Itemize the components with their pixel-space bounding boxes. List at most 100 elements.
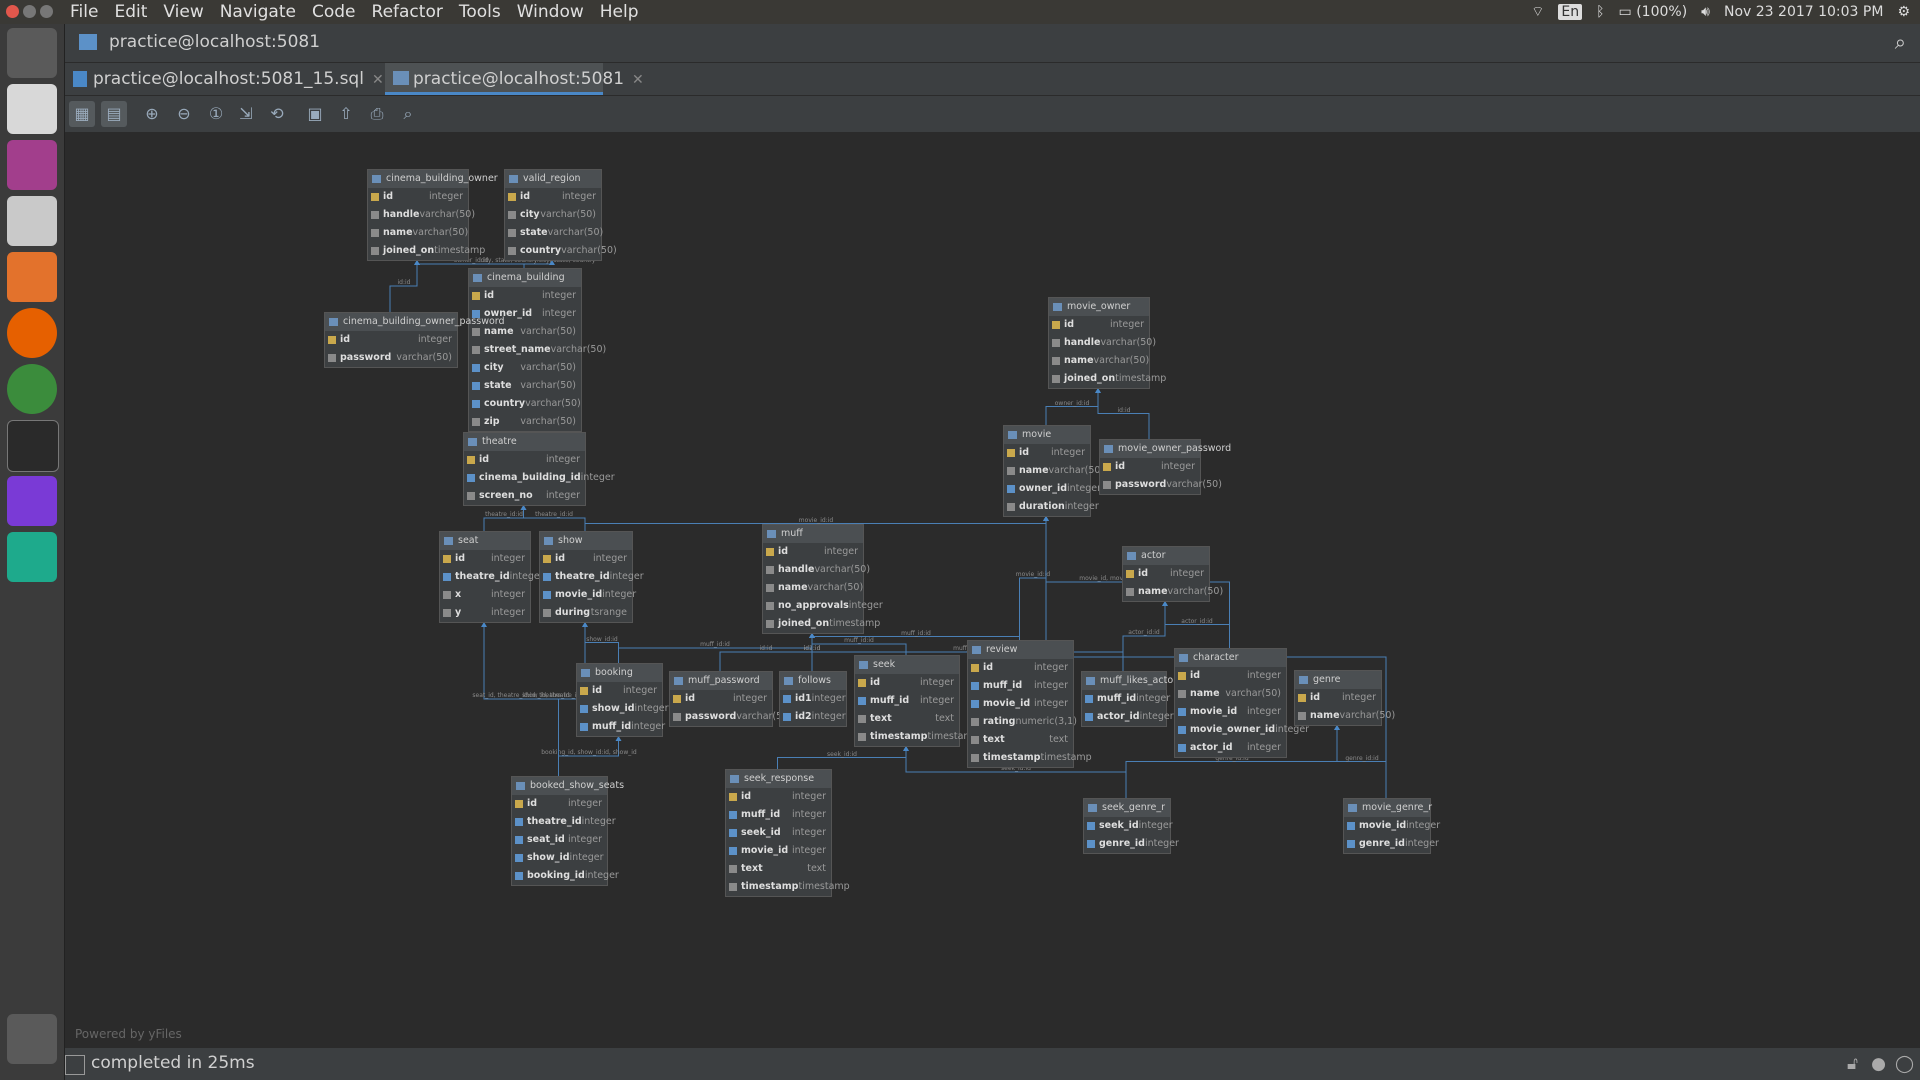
terminal-icon[interactable] xyxy=(7,420,59,472)
column-row[interactable]: country varchar(50) xyxy=(469,395,581,413)
table-show[interactable]: show id integer theatre_id integer movie_id in… xyxy=(539,531,644,623)
settings-gear-icon[interactable]: ⚙ xyxy=(1897,4,1910,20)
column-row[interactable]: genre_id integer xyxy=(1344,835,1439,853)
table-movie-owner-password[interactable]: movie_owner_password id integer password var… xyxy=(1099,439,1231,495)
chrome-icon[interactable] xyxy=(7,364,57,414)
column-row[interactable]: id integer xyxy=(1175,667,1286,685)
table-booked-show-seats[interactable]: booked_show_seats id integer theatre_id inte… xyxy=(511,776,624,886)
column-row[interactable]: movie_owner_id integer xyxy=(1175,721,1309,739)
column-row[interactable]: rating numeric(3,1) xyxy=(968,713,1077,731)
save-icon[interactable]: ▣ xyxy=(302,101,328,127)
column-row[interactable]: password varchar(50) xyxy=(325,349,457,367)
column-row[interactable]: country varchar(50) xyxy=(505,242,617,260)
column-row[interactable]: password varchar(50) xyxy=(670,708,792,726)
table-seat[interactable]: seat id integer theatre_id integer x integer y i… xyxy=(439,531,544,623)
column-row[interactable]: timestamp timestamp xyxy=(968,749,1092,767)
column-row[interactable]: name varchar(50) xyxy=(368,224,468,242)
column-row[interactable]: theatre_id integer xyxy=(440,568,544,586)
close-tab-icon[interactable]: ✕ xyxy=(372,72,384,88)
column-row[interactable]: owner_id integer xyxy=(1004,480,1101,498)
diagram-canvas[interactable]: owner_id:idcity, state, country:city, st… xyxy=(65,133,1920,1048)
bluetooth-icon[interactable]: ᛒ xyxy=(1596,4,1604,20)
column-row[interactable]: seek_id integer xyxy=(1084,817,1173,835)
column-row[interactable]: no_approvals integer xyxy=(763,597,883,615)
close-window-icon[interactable] xyxy=(6,5,19,18)
column-row[interactable]: text text xyxy=(855,710,959,728)
column-row[interactable]: actor_id integer xyxy=(1082,708,1174,726)
column-row[interactable]: password varchar(50) xyxy=(1100,476,1222,494)
show-columns-icon[interactable]: ▦ xyxy=(69,101,95,127)
table-review[interactable]: review id integer muff_id integer movie_id int… xyxy=(967,640,1092,768)
column-row[interactable]: id integer xyxy=(726,788,831,806)
event-log-icon[interactable]: ◯ xyxy=(1895,1054,1914,1074)
column-row[interactable]: id integer xyxy=(1295,689,1381,707)
column-row[interactable]: genre_id integer xyxy=(1084,835,1179,853)
text-editor-icon[interactable] xyxy=(7,84,57,134)
column-row[interactable]: id integer xyxy=(505,188,601,206)
column-row[interactable]: timestamp timestamp xyxy=(726,878,850,896)
column-row[interactable]: id integer xyxy=(540,550,632,568)
column-row[interactable]: text text xyxy=(968,731,1073,749)
maximize-window-icon[interactable] xyxy=(40,5,53,18)
tab-sql-console[interactable]: practice@localhost:5081_15.sql ✕ xyxy=(65,63,411,95)
column-row[interactable]: muff_id integer xyxy=(726,806,831,824)
menu-window[interactable]: Window xyxy=(517,2,584,22)
table-seek-response[interactable]: seek_response id integer muff_id integer seek… xyxy=(725,769,850,897)
wifi-icon[interactable]: ⌔ xyxy=(1531,3,1544,21)
column-row[interactable]: handle varchar(50) xyxy=(368,206,475,224)
show-table-icon[interactable]: ▤ xyxy=(101,101,127,127)
table-cinema-building-owner-password[interactable]: cinema_building_owner_password id integer p… xyxy=(324,312,505,368)
column-row[interactable]: screen_no integer xyxy=(464,487,585,505)
column-row[interactable]: duration integer xyxy=(1004,498,1099,516)
column-row[interactable]: id integer xyxy=(1100,458,1200,476)
column-row[interactable]: movie_id integer xyxy=(1175,703,1286,721)
actual-size-icon[interactable]: ① xyxy=(203,101,229,127)
column-row[interactable]: id integer xyxy=(512,795,607,813)
table-seek[interactable]: seek id integer muff_id integer text text times… xyxy=(854,655,979,747)
column-row[interactable]: id integer xyxy=(763,543,863,561)
column-row[interactable]: city varchar(50) xyxy=(505,206,601,224)
column-row[interactable]: id integer xyxy=(1004,444,1090,462)
table-theatre[interactable]: theatre id integer cinema_building_id intege… xyxy=(463,432,615,506)
table-seek-genre-r[interactable]: seek_genre_r seek_id integer genre_id intege… xyxy=(1083,798,1179,854)
column-row[interactable]: muff_id integer xyxy=(855,692,959,710)
column-row[interactable]: seek_id integer xyxy=(726,824,831,842)
status-panel-icon[interactable] xyxy=(65,1055,85,1075)
intellij-icon[interactable] xyxy=(7,476,57,526)
column-row[interactable]: during tsrange xyxy=(540,604,632,622)
column-row[interactable]: id integer xyxy=(440,550,530,568)
column-row[interactable]: street_name varchar(50) xyxy=(469,341,606,359)
table-genre[interactable]: genre id integer name varchar(50) xyxy=(1294,670,1395,726)
zoom-in-icon[interactable]: ⊕ xyxy=(139,101,165,127)
minimize-window-icon[interactable] xyxy=(23,5,36,18)
column-row[interactable]: y integer xyxy=(440,604,530,622)
battery-indicator[interactable]: ▭ (100%) xyxy=(1619,4,1688,20)
column-row[interactable]: theatre_id integer xyxy=(540,568,644,586)
column-row[interactable]: timestamp timestamp xyxy=(855,728,979,746)
menu-view[interactable]: View xyxy=(163,2,203,22)
table-movie-owner[interactable]: movie_owner id integer handle varchar(50) nam… xyxy=(1048,297,1166,389)
column-row[interactable]: joined_on timestamp xyxy=(763,615,880,633)
apply-layout-icon[interactable]: ⟲ xyxy=(264,101,290,127)
column-row[interactable]: show_id integer xyxy=(577,700,669,718)
firefox-icon[interactable] xyxy=(7,308,57,358)
table-cinema-building-owner[interactable]: cinema_building_owner id integer handle varc… xyxy=(367,169,498,261)
close-tab-icon[interactable]: ✕ xyxy=(632,72,644,88)
column-row[interactable]: movie_id integer xyxy=(540,586,636,604)
zoom-out-icon[interactable]: ⊖ xyxy=(171,101,197,127)
breadcrumb[interactable]: practice@localhost:5081 xyxy=(109,32,320,52)
table-follows[interactable]: follows id1 integer id2 integer xyxy=(779,671,847,727)
column-row[interactable]: id integer xyxy=(464,451,585,469)
file-manager-icon[interactable] xyxy=(7,140,57,190)
column-row[interactable]: city varchar(50) xyxy=(469,359,581,377)
dash-home-icon[interactable] xyxy=(7,28,57,78)
column-row[interactable]: muff_id integer xyxy=(968,677,1073,695)
table-character[interactable]: character id integer name varchar(50) movie_i… xyxy=(1174,648,1309,758)
column-row[interactable]: booking_id integer xyxy=(512,867,619,885)
menu-refactor[interactable]: Refactor xyxy=(372,2,443,22)
column-row[interactable]: muff_id integer xyxy=(1082,690,1170,708)
user-icon[interactable]: ● xyxy=(1871,1054,1886,1074)
column-row[interactable]: id integer xyxy=(469,287,581,305)
column-row[interactable]: movie_id integer xyxy=(726,842,831,860)
print-icon[interactable]: ⎙ xyxy=(364,101,390,127)
